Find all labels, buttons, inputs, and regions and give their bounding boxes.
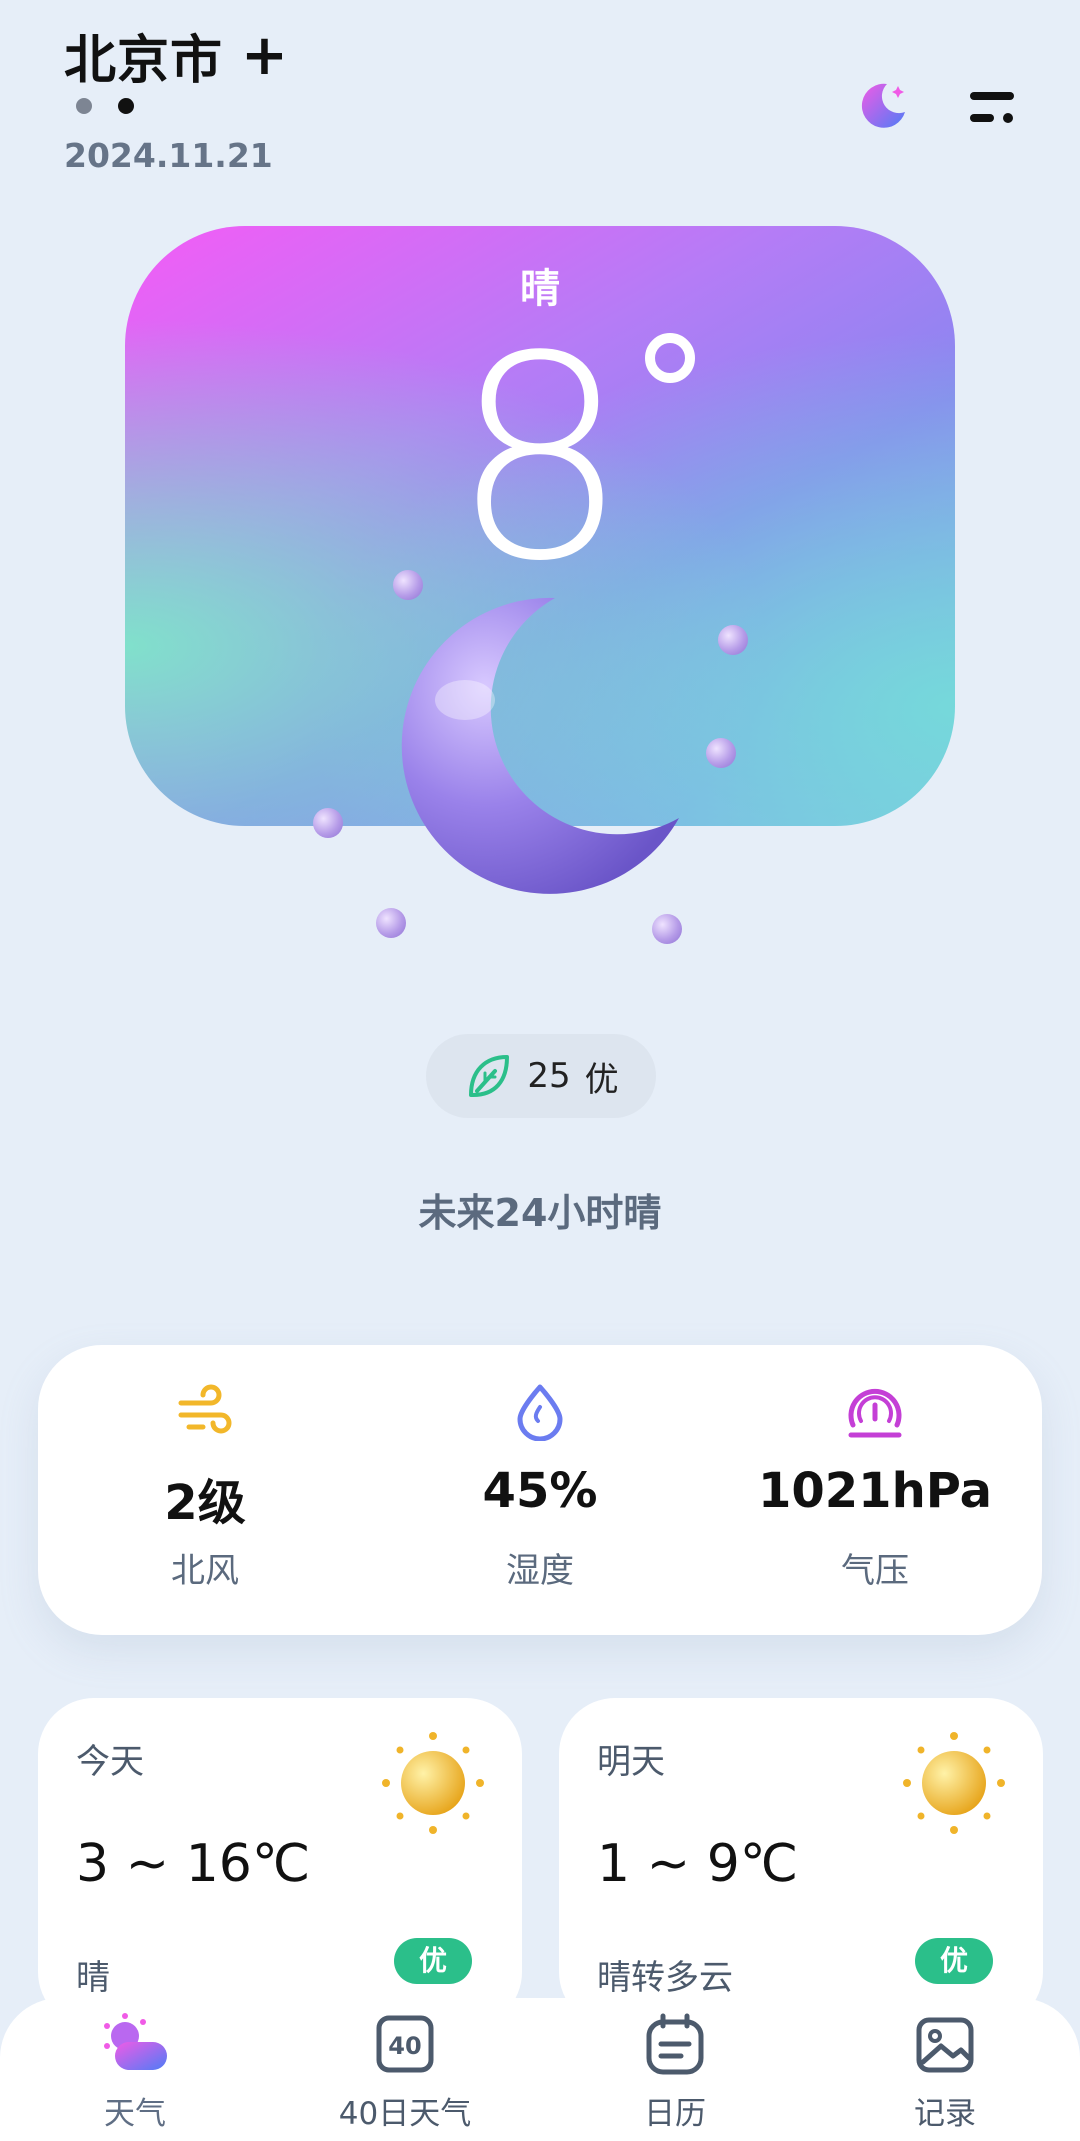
- current-temperature: 8: [450, 297, 630, 623]
- nav-label: 天气: [104, 2096, 166, 2132]
- city-selector[interactable]: 北京市 +: [64, 18, 288, 93]
- wind-label: 北风: [171, 1551, 239, 1591]
- aqi-badge: 优: [394, 1938, 472, 1984]
- decor-bead: [313, 808, 343, 838]
- moon-illustration: [395, 590, 685, 900]
- weather-icon: [104, 2013, 167, 2070]
- page-indicator: [76, 98, 134, 114]
- aqi-pill[interactable]: 25 优: [426, 1034, 656, 1118]
- add-city-button[interactable]: +: [241, 27, 288, 84]
- forty-day-icon-text: 40: [388, 2032, 421, 2060]
- pressure-label: 气压: [841, 1551, 909, 1591]
- day-description: 晴: [76, 1958, 110, 1998]
- menu-icon: [970, 92, 1014, 123]
- stat-wind: 2级 北风: [38, 1345, 372, 1635]
- day-description: 晴转多云: [597, 1958, 733, 1998]
- day-name: 今天: [76, 1742, 144, 1782]
- aqi-level: 优: [584, 1059, 619, 1100]
- degree-symbol: [645, 333, 695, 383]
- wind-value: 2级: [164, 1475, 246, 1531]
- today-card[interactable]: 今天 3 ~ 16℃ 晴 优: [38, 1698, 522, 2028]
- calendar-icon: [646, 2013, 704, 2075]
- aqi-badge: 优: [915, 1938, 993, 1984]
- stat-pressure: 1021hPa 气压: [708, 1345, 1042, 1635]
- temp-range: 1 ~ 9℃: [597, 1834, 799, 1894]
- date-label: 2024.11.21: [64, 136, 273, 175]
- temp-range: 3 ~ 16℃: [76, 1834, 311, 1894]
- decor-bead: [376, 908, 406, 938]
- sun-icon: [903, 1732, 1005, 1834]
- humidity-icon: [517, 1384, 563, 1441]
- forty-day-icon: 40: [376, 2015, 434, 2073]
- nav-label: 日历: [644, 2096, 706, 2132]
- gallery-icon: [916, 2017, 974, 2073]
- humidity-value: 45%: [482, 1463, 598, 1519]
- nav-label: 40日天气: [338, 2096, 472, 2132]
- pressure-icon: [848, 1388, 902, 1438]
- humidity-label: 湿度: [506, 1551, 574, 1591]
- sun-icon: [382, 1732, 484, 1834]
- decor-bead: [718, 625, 748, 655]
- decor-bead: [393, 570, 423, 600]
- nav-calendar[interactable]: 日历: [540, 2008, 810, 2138]
- theme-toggle-button[interactable]: [857, 80, 909, 132]
- tomorrow-card[interactable]: 明天 1 ~ 9℃ 晴转多云 优: [559, 1698, 1043, 2028]
- page-dot-1: [76, 98, 92, 114]
- moon-icon: [861, 83, 905, 128]
- decor-bead: [706, 738, 736, 768]
- nav-records[interactable]: 记录: [810, 2008, 1080, 2138]
- nav-weather[interactable]: 天气: [0, 2008, 270, 2138]
- stat-humidity: 45% 湿度: [373, 1345, 707, 1635]
- pressure-value: 1021hPa: [757, 1463, 993, 1519]
- menu-button[interactable]: [968, 88, 1018, 128]
- leaf-icon: [469, 1055, 510, 1097]
- decor-bead: [652, 914, 682, 944]
- day-name: 明天: [597, 1742, 665, 1782]
- page-dot-2: [118, 98, 134, 114]
- wind-icon: [178, 1384, 232, 1434]
- stats-card: 2级 北风 45% 湿度 1021hPa 气压: [38, 1345, 1042, 1635]
- nav-label: 记录: [914, 2096, 976, 2132]
- nav-40day[interactable]: 40 40日天气: [270, 2008, 540, 2138]
- aqi-value: 25: [527, 1056, 571, 1096]
- forecast-summary: 未来24小时晴: [418, 1191, 662, 1235]
- bottom-nav: 天气 40 40日天气 日历 记录: [0, 1998, 1080, 2141]
- city-name[interactable]: 北京市: [64, 18, 223, 93]
